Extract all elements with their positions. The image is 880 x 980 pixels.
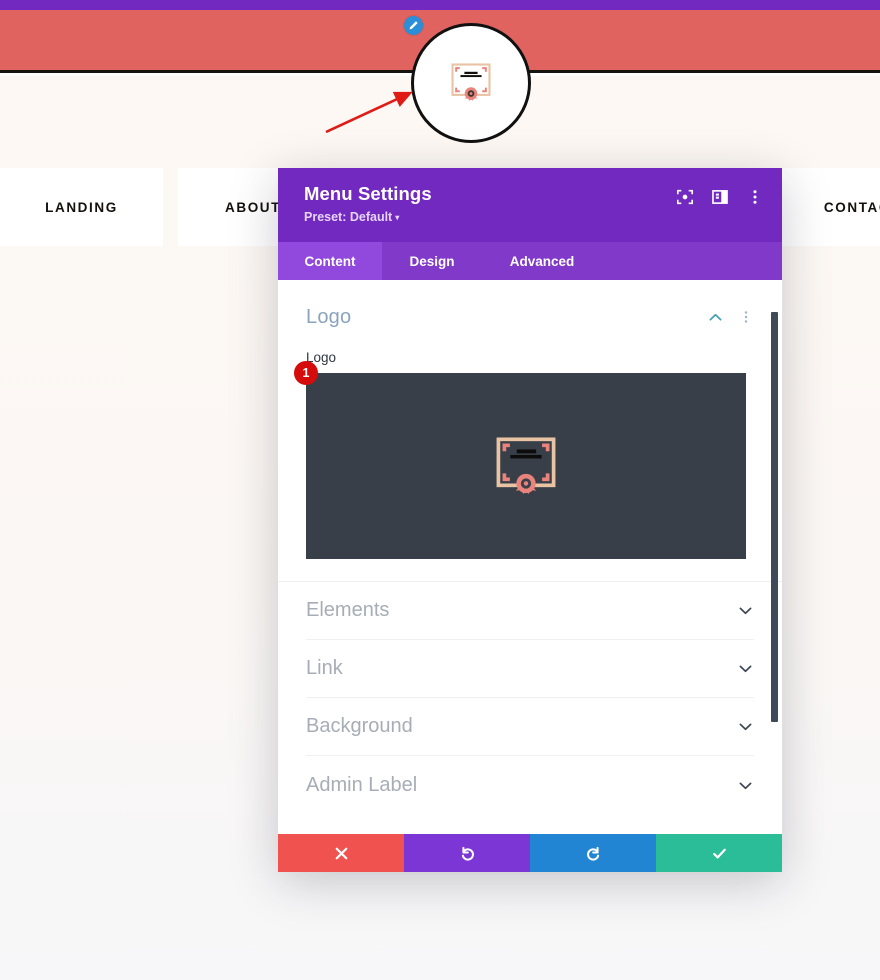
save-button[interactable] [656,834,782,872]
section-link[interactable]: Link [306,640,754,698]
modal-header: Menu Settings Preset: Default ▾ [278,168,782,242]
cancel-button[interactable] [278,834,404,872]
nav-item-landing[interactable]: LANDING [0,168,163,246]
tab-design[interactable]: Design [382,242,482,280]
chevron-down-icon[interactable] [737,718,754,735]
nav-item-label: LANDING [45,199,118,215]
certificate-logo-icon [451,63,491,101]
section-label: Elements [306,599,390,621]
status-badge: 1 [294,361,318,385]
redo-icon [586,846,599,861]
modal-body: Logo Logo 1 Elements Link Background Adm… [278,280,782,834]
section-background[interactable]: Background [306,698,754,756]
section-logo-header[interactable]: Logo [306,300,754,334]
undo-button[interactable] [404,834,530,872]
menu-settings-modal: Menu Settings Preset: Default ▾ Content … [278,168,782,872]
focus-target-icon[interactable] [676,188,694,206]
preset-selector[interactable]: Preset: Default ▾ [304,209,764,226]
modal-header-actions [676,188,764,206]
redo-button[interactable] [530,834,656,872]
preset-label: Preset: Default [304,210,393,224]
certificate-logo-icon [496,437,556,495]
section-label: Admin Label [306,773,418,796]
nav-item-label: CONTACT [823,199,880,215]
section-logo-title: Logo [306,305,352,328]
section-label: Background [306,715,413,737]
screenshot-stage: LANDING ABOUT CONTACT Menu Settings Pres… [0,0,880,980]
logo-image-preview[interactable]: 1 [294,361,746,559]
chevron-down-icon: ▾ [395,212,400,222]
section-logo: Logo Logo 1 [278,280,782,559]
site-logo-circle[interactable] [411,23,531,143]
chevron-down-icon[interactable] [737,602,754,619]
vertical-scrollbar[interactable] [771,312,778,722]
tab-advanced[interactable]: Advanced [482,242,602,280]
logo-field-label: Logo [306,350,337,365]
section-logo-actions [707,309,754,326]
checkmark-icon [712,848,726,859]
modal-footer [278,834,782,872]
pencil-edit-icon[interactable] [404,16,423,35]
tab-label: Content [304,253,356,269]
pencil-glyph [409,21,418,30]
more-vertical-icon[interactable] [738,309,754,325]
chevron-down-icon[interactable] [737,660,754,677]
tab-content[interactable]: Content [278,242,382,280]
section-label: Link [306,657,343,679]
nav-item-label: ABOUT [225,199,281,215]
tab-label: Advanced [509,253,575,269]
panel-layout-icon[interactable] [711,188,729,206]
section-admin-label[interactable]: Admin Label [306,756,754,814]
site-top-bar [0,0,880,10]
close-x-icon [335,847,347,859]
section-elements[interactable]: Elements [306,582,754,640]
chevron-up-icon[interactable] [707,309,724,326]
chevron-down-icon[interactable] [737,777,754,794]
nav-item-contact[interactable]: CONTACT [782,168,880,246]
undo-icon [461,846,474,861]
modal-tab-bar: Content Design Advanced [278,242,782,280]
tab-label: Design [409,253,455,269]
more-vertical-icon[interactable] [746,188,764,206]
collapsed-sections-list: Elements Link Background Admin Label [278,581,782,814]
